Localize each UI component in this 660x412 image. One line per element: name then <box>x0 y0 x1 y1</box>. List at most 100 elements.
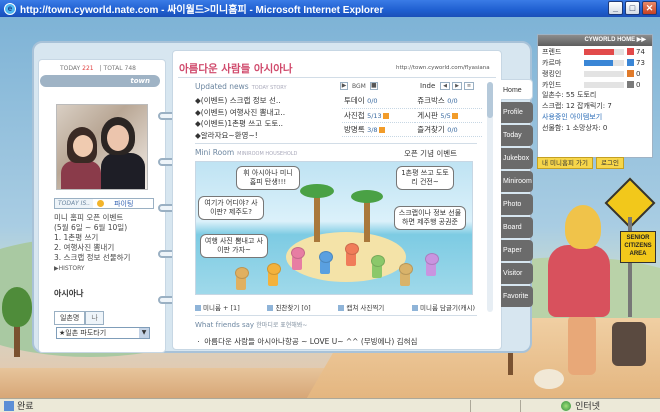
stat-cell[interactable]: 투데이 0/0 <box>342 94 416 109</box>
close-button[interactable]: ✕ <box>642 1 657 15</box>
meter-value: 73 <box>636 58 645 67</box>
stat-count: 5/5 <box>440 111 451 120</box>
ilchon-tabs: 일촌명 나 <box>54 311 104 325</box>
widget-buttons: 내 미니홈피 가기 로그인 <box>537 157 624 169</box>
character-hair <box>565 205 601 249</box>
friends-say-title: What friends say <box>195 321 255 329</box>
updated-news-title: Updated news <box>195 82 249 91</box>
bgm-play-icon[interactable]: ▶ <box>340 82 348 90</box>
next-icon[interactable]: ▶ <box>452 82 462 90</box>
active-items-link[interactable]: 사용중인 아이템보기 <box>542 113 602 121</box>
palm-leaf <box>300 184 334 198</box>
stat-cell[interactable]: 방명록 3/8 <box>342 122 416 137</box>
scrap-info: 스크랩: 12 잡캐릭기: 7 <box>542 102 612 110</box>
login-button[interactable]: 로그인 <box>596 157 624 169</box>
stat-cell[interactable]: 게시판 5/5 <box>415 108 482 123</box>
miniroom-scene[interactable]: 휘 아시아나 미니 홈피 탄생!!! 여기가 어디야? 사이판? 제주도? 여행… <box>195 161 473 295</box>
tab-ilchon[interactable]: 일촌명 <box>54 311 86 325</box>
palm-tree-icon <box>364 198 370 242</box>
prev-icon[interactable]: ◀ <box>440 82 450 90</box>
tab-photo[interactable]: Photo <box>501 194 533 215</box>
meter-name: 랭킹인 <box>542 69 562 78</box>
tab-me[interactable]: 나 <box>85 311 104 325</box>
history-link[interactable]: ▶HISTORY <box>54 265 85 272</box>
stat-name: 방명록 <box>344 124 365 134</box>
table-row: 투데이 0/0 쥬크박스 0/0 <box>342 94 482 109</box>
new-badge-icon <box>378 126 385 133</box>
meter-bar <box>584 70 624 77</box>
mood-label: TODAY IS.. <box>55 199 94 208</box>
miniroom-action[interactable]: 미니룸 + [1] <box>195 302 240 312</box>
meter-name: 프렌드 <box>542 47 562 56</box>
stat-name: 투데이 <box>344 96 365 106</box>
meter-name: 카인드 <box>542 80 562 89</box>
avatar <box>291 247 305 270</box>
status-bar: 완료 인터넷 <box>0 398 660 412</box>
list-icon[interactable]: ≡ <box>464 82 474 90</box>
stat-count: 0/0 <box>447 97 458 106</box>
stat-cell[interactable]: 즐겨찾기 0/0 <box>415 122 482 137</box>
stat-cell[interactable]: 쥬크박스 0/0 <box>415 94 482 109</box>
ie-logo-icon: e <box>4 2 16 15</box>
status-text: 완료 <box>17 401 34 411</box>
my-minihome-button[interactable]: 내 미니홈피 가기 <box>537 157 593 169</box>
miniroom-action[interactable]: 캡쳐 사진찍기 <box>338 302 384 312</box>
minimize-button[interactable]: _ <box>608 1 623 15</box>
avatar <box>235 267 249 290</box>
meter-row: 프렌드 74 <box>538 46 652 57</box>
friends-comment: ㆍ 아름다운 사람들 아시아나항공 ~ LOVE U~ ^^ (무빙에나) 김혀… <box>195 337 418 346</box>
stat-cell[interactable]: 사진첩 5/13 <box>342 108 416 123</box>
meter-bar <box>584 48 624 55</box>
news-item[interactable]: ◆(이벤트) 스크랩 정보 선.. <box>195 95 335 107</box>
tab-visitor[interactable]: Visitor <box>501 263 533 284</box>
intro-line: 2. 여행사진 뽐내기 <box>54 243 115 252</box>
stat-name: 즐겨찾기 <box>417 124 445 134</box>
friends-say-label: What friends say 한마디로 표현해봐~ <box>195 320 307 329</box>
stat-name: 사진첩 <box>344 110 365 120</box>
tab-home[interactable]: Home <box>501 79 533 100</box>
tab-today[interactable]: Today <box>501 125 533 146</box>
miniroom-action[interactable]: 미니룸 담글기(캐시) <box>412 302 475 312</box>
scrollbar-thumb[interactable] <box>487 82 493 118</box>
speech-bubble: 휘 아시아나 미니 홈피 탄생!!! <box>236 166 300 190</box>
table-row: 방명록 3/8 즐겨찾기 0/0 <box>342 122 482 137</box>
ilchon-select[interactable]: ★일촌 파도타기 ▼ <box>56 327 150 339</box>
window-titlebar[interactable]: e http://town.cyworld.nate.com - 싸이월드>미니… <box>0 0 660 17</box>
widget-header[interactable]: CYWORLD HOME ▶▶ <box>538 35 652 46</box>
tab-jukebox[interactable]: Jukebox <box>501 148 533 169</box>
dog-icon <box>534 369 564 389</box>
news-item[interactable]: ◆(이벤트) 여행사진 뽐내고.. <box>195 107 335 119</box>
window-title: http://town.cyworld.nate.com - 싸이월드>미니홈피… <box>20 5 384 16</box>
ilchon-select-value: ★일촌 파도타기 <box>59 329 107 337</box>
zone-text: 인터넷 <box>575 401 600 411</box>
miniroom-actions: 미니룸 + [1] 친찬찾기 [0] 캡쳐 사진찍기 미니룸 담글기(캐시) <box>195 302 475 312</box>
news-item[interactable]: ◆(이벤트)1촌평 쓰고 도토.. <box>195 118 335 130</box>
friends-say-sub: 한마디로 표현해봐~ <box>256 322 308 329</box>
news-item[interactable]: ◆알라자요~환영~! <box>195 130 335 142</box>
tab-favorite[interactable]: Favorite <box>501 286 533 307</box>
miniroom-sub: MINIROOM HOUSEHOLD <box>237 151 298 157</box>
tab-board[interactable]: Board <box>501 217 533 238</box>
miniroom-action[interactable]: 친찬찾기 [0] <box>267 302 311 312</box>
meter-row: 카르마 73 <box>538 57 652 68</box>
index-pager: ◀ ▶ ≡ <box>440 82 474 90</box>
tab-paper[interactable]: Paper <box>501 240 533 261</box>
intro-line: 미니 홈피 오픈 이벤트 <box>54 213 124 222</box>
meter-fill <box>584 59 614 66</box>
intro-line: 1. 1촌평 쓰기 <box>54 233 99 242</box>
avatar <box>399 263 413 286</box>
maximize-button[interactable]: □ <box>625 1 640 15</box>
bgm-stop-icon[interactable]: ■ <box>369 82 378 90</box>
updated-news-label: Updated news TODAY STORY <box>195 82 287 91</box>
bgm-control: ▶ BGM ■ <box>340 82 378 90</box>
tab-profile[interactable]: Profile <box>501 102 533 123</box>
miniroom-label: Mini Room MINIROOM HOUSEHOLD <box>195 148 297 157</box>
bgm-label: BGM <box>352 82 366 90</box>
home-url[interactable]: http://town.cyworld.com/flyasiana <box>396 65 490 71</box>
content-scrollbar[interactable] <box>487 82 493 312</box>
tab-miniroom[interactable]: Miniroom <box>501 171 533 192</box>
town-logo[interactable]: town <box>40 75 160 87</box>
stat-count: 3/8 <box>367 125 378 134</box>
meter-name: 카르마 <box>542 58 562 67</box>
palm-leaf <box>351 190 383 203</box>
